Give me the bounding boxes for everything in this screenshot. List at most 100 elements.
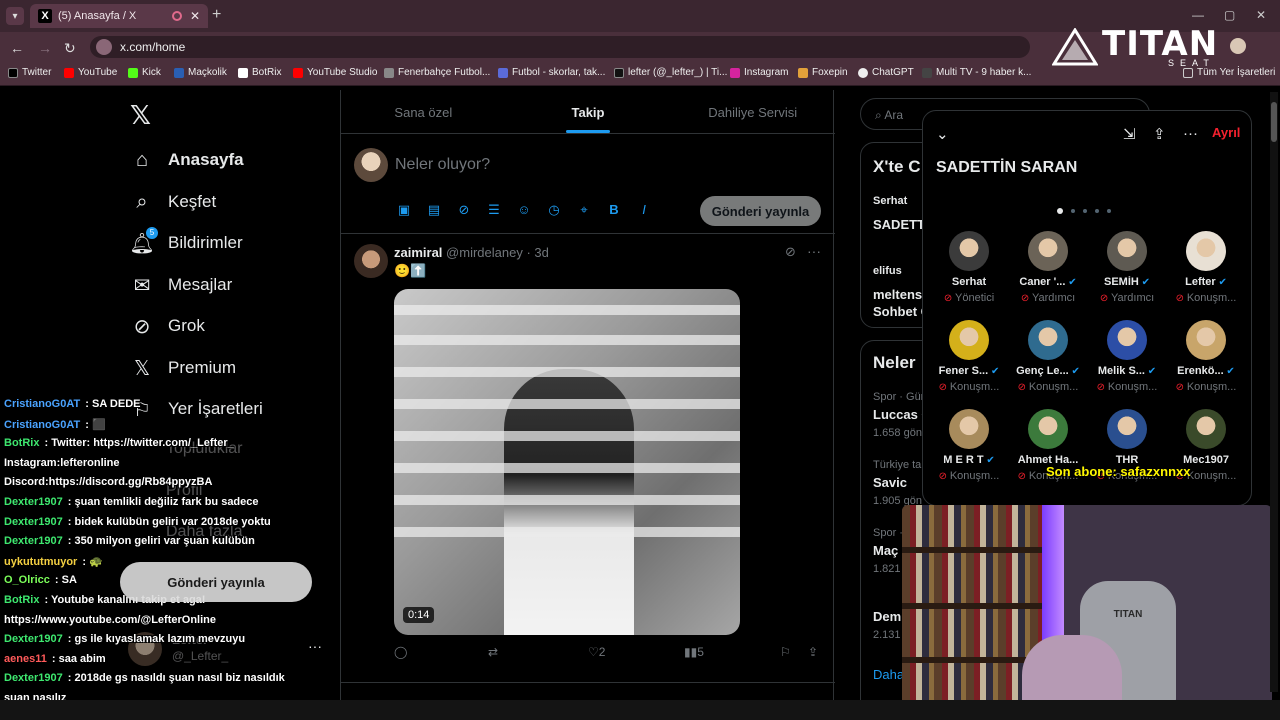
share-icon[interactable]: ⇪ (808, 645, 818, 659)
participant-avatar[interactable] (1186, 409, 1226, 449)
bookmark-youtube[interactable]: YouTube (64, 67, 117, 78)
back-icon[interactable]: ← (10, 40, 24, 56)
participant-avatar[interactable] (1107, 320, 1147, 360)
participant-avatar[interactable] (1028, 409, 1068, 449)
participant-avatar[interactable] (1186, 320, 1226, 360)
tab-search-icon[interactable]: ▾ (6, 7, 24, 25)
carousel-dot[interactable] (1071, 209, 1075, 213)
tab-dahiliye[interactable]: Dahiliye Servisi (670, 90, 835, 133)
emoji-icon[interactable]: ☺ (516, 202, 532, 218)
share-space-icon[interactable]: ⇪ (1153, 125, 1166, 143)
show-more-link[interactable]: Daha (873, 667, 904, 682)
participant-avatar[interactable] (1107, 409, 1147, 449)
bookmark-twitter[interactable]: Twitter (8, 67, 51, 78)
nav-premium[interactable]: 𝕏 Premium (130, 356, 236, 380)
bookmark-botrix[interactable]: BotRix (238, 67, 281, 78)
views-button[interactable]: ▮▮ 5 (684, 645, 704, 659)
spaces-host-2[interactable]: elifus (873, 265, 902, 277)
tweet-author-name[interactable]: zaimiral (394, 245, 442, 260)
like-button[interactable]: ♡ 2 (588, 645, 605, 659)
carousel-dot[interactable] (1095, 209, 1099, 213)
poll-icon[interactable]: ☰ (486, 202, 502, 218)
retweet-icon[interactable]: ⇄ (488, 645, 498, 659)
bookmark-instagram[interactable]: Instagram (730, 67, 788, 78)
tweet-handle[interactable]: @mirdelaney (446, 245, 523, 260)
dock-icon[interactable]: ⇲ (1123, 125, 1136, 143)
reply-icon[interactable]: ◯ (394, 645, 407, 659)
participant-avatar[interactable] (1028, 231, 1068, 271)
participant-avatar[interactable] (949, 231, 989, 271)
post-button[interactable]: Gönderi yayınla (700, 196, 821, 226)
reload-icon[interactable]: ↻ (64, 40, 76, 57)
participant-avatar[interactable] (1028, 320, 1068, 360)
tweet-video[interactable]: 0:14 (394, 289, 740, 635)
space-participant[interactable]: Genç Le... ✔ ⊘ Konuşm... (1008, 320, 1088, 393)
tab-following[interactable]: Takip (506, 90, 671, 133)
grok-explain-icon[interactable]: ⊘ (785, 244, 796, 260)
bookmark-tiktok[interactable]: lefter (@_lefter_) | Ti... (614, 67, 727, 78)
trend-name[interactable]: Savic (873, 475, 907, 490)
trend-name[interactable]: Maç (873, 543, 898, 558)
participant-avatar[interactable] (1186, 231, 1226, 271)
nav-explore[interactable]: ⌕ Keşfet (130, 190, 216, 214)
bookmark-youtube-studio[interactable]: YouTube Studio (293, 67, 377, 78)
nav-bookmarks[interactable]: ⚐ Yer İşaretleri (130, 397, 263, 421)
tweet[interactable]: zaimiral @mirdelaney · 3d ⊘ ··· 🙂⬆️ 0:14 (341, 235, 835, 683)
carousel-dot[interactable] (1107, 209, 1111, 213)
tweet-more-icon[interactable]: ··· (807, 243, 821, 259)
scrollbar-thumb[interactable] (1271, 102, 1277, 142)
bookmark-fenerbahce[interactable]: Fenerbahçe Futbol... (384, 67, 490, 78)
collapse-icon[interactable]: ⌄ (936, 125, 949, 143)
new-tab-icon[interactable]: + (212, 6, 221, 24)
compose-input[interactable]: Neler oluyor? (395, 156, 490, 174)
space-participant[interactable]: Melik S... ✔ ⊘ Konuşm... (1087, 320, 1167, 393)
all-bookmarks-folder[interactable]: Tüm Yer İşaretleri (1183, 67, 1275, 78)
spaces-host[interactable]: Serhat (873, 195, 907, 207)
trend-name[interactable]: Dem (873, 609, 901, 624)
carousel-dot[interactable] (1083, 209, 1087, 213)
tab-for-you[interactable]: Sana özel (341, 90, 506, 133)
tweet-avatar[interactable] (354, 244, 388, 278)
minimize-icon[interactable]: — (1192, 8, 1204, 22)
close-window-icon[interactable]: ✕ (1256, 8, 1266, 22)
schedule-icon[interactable]: ◷ (546, 202, 562, 218)
space-participant[interactable]: Fener S... ✔ ⊘ Konuşm... (929, 320, 1009, 393)
space-participant[interactable]: M E R T ✔ ⊘ Konuşm... (929, 409, 1009, 482)
leave-button[interactable]: Ayrıl (1212, 125, 1240, 140)
profile-avatar[interactable] (1230, 38, 1246, 54)
tab-close-icon[interactable]: ✕ (190, 9, 200, 23)
nav-grok[interactable]: ⊘ Grok (130, 314, 205, 338)
space-participant[interactable]: Caner '... ✔ ⊘ Yardımcı (1008, 231, 1088, 304)
space-participant[interactable]: Lefter ✔ ⊘ Konuşm... (1166, 231, 1246, 304)
nav-home[interactable]: ⌂ Anasayfa (130, 148, 244, 172)
spaces-title[interactable]: SADETT (873, 217, 925, 232)
participant-avatar[interactable] (1107, 231, 1147, 271)
gif-icon[interactable]: ▤ (426, 202, 442, 218)
media-icon[interactable]: ▣ (396, 202, 412, 218)
forward-icon[interactable]: → (38, 40, 52, 56)
compose-avatar[interactable] (354, 148, 388, 182)
browser-tab[interactable]: X (5) Anasayfa / X ✕ (30, 4, 208, 28)
site-info-icon[interactable] (96, 39, 112, 55)
account-more-icon[interactable]: ··· (308, 638, 322, 654)
grok-compose-icon[interactable]: ⊘ (456, 202, 472, 218)
participant-avatar[interactable] (949, 409, 989, 449)
space-participant[interactable]: Serhat ⊘ Yönetici (929, 231, 1009, 304)
bookmark-kick[interactable]: Kick (128, 67, 161, 78)
space-more-icon[interactable]: ··· (1183, 125, 1198, 142)
maximize-icon[interactable]: ▢ (1224, 8, 1235, 22)
bookmark-foxepin[interactable]: Foxepin (798, 67, 848, 78)
url-field[interactable]: x.com/home (90, 36, 1030, 58)
location-icon[interactable]: ⌖ (576, 202, 592, 218)
spaces-title-2a[interactable]: meltens (873, 287, 922, 302)
nav-messages[interactable]: ✉ Mesajlar (130, 273, 233, 297)
post-button-sidebar[interactable]: Gönderi yayınla (120, 562, 312, 602)
space-participant[interactable]: SEMİH ✔ ⊘ Yardımcı (1087, 231, 1167, 304)
nav-notifications[interactable]: 🔔︎ 5 Bildirimler (129, 227, 243, 255)
bookmark-tweet-icon[interactable]: ⚐ (780, 645, 791, 659)
page-scrollbar[interactable] (1270, 92, 1278, 692)
bold-icon[interactable]: B (606, 202, 622, 218)
carousel-dot[interactable] (1057, 208, 1063, 214)
bookmark-mackolik[interactable]: Maçkolik (174, 67, 227, 78)
x-logo-icon[interactable]: 𝕏 (130, 100, 151, 131)
